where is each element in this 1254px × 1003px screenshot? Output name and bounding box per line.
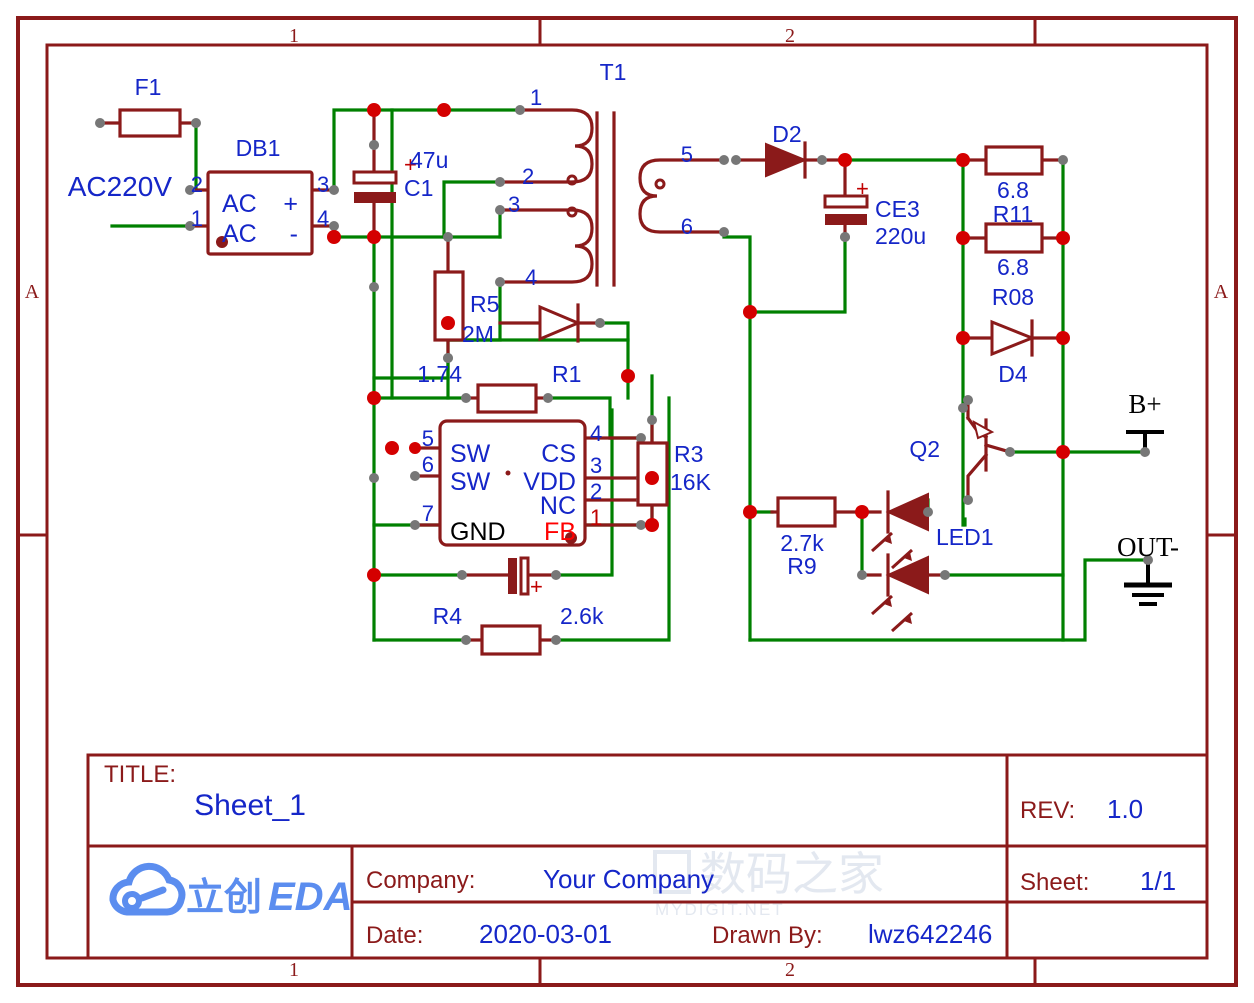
- u1-pin1-num: 1: [590, 505, 602, 530]
- date-label: Date:: [366, 922, 423, 949]
- component-c2[interactable]: +: [457, 556, 561, 599]
- component-c1[interactable]: + 47u C1: [352, 108, 448, 239]
- component-r4[interactable]: R4 2.6k: [433, 603, 604, 656]
- logo-en-text: EDA: [268, 875, 352, 919]
- db1-pin1-name: AC: [222, 220, 257, 248]
- net-label-bplus: B+: [1128, 389, 1161, 419]
- t1-pin6-num: 6: [681, 214, 693, 239]
- t1-pin4-num: 4: [525, 265, 537, 290]
- q2-ref: Q2: [909, 436, 940, 462]
- d2-ref: D2: [772, 121, 801, 147]
- db1-pin2-name: AC: [222, 190, 257, 218]
- component-r3[interactable]: R3 16K: [636, 415, 712, 527]
- db1-pin3-name: +: [283, 190, 298, 218]
- u1-pin7-name: GND: [450, 518, 506, 546]
- db1-pin4-num: 4: [317, 206, 329, 231]
- sheet-label: Sheet:: [1020, 869, 1089, 896]
- u1-pin2-num: 2: [590, 479, 602, 504]
- component-r9[interactable]: 2.7k R9: [770, 496, 864, 579]
- net-flag-bplus: B+: [1126, 389, 1164, 457]
- zone-top-1: 1: [289, 25, 299, 47]
- net-label-outminus: OUT-: [1117, 532, 1179, 562]
- rev-label: REV:: [1020, 797, 1075, 824]
- sheet-value: 1/1: [1140, 866, 1176, 896]
- u1-pin6-name: SW: [450, 468, 491, 496]
- r5-value: 2M: [462, 321, 494, 347]
- c2-polarity: +: [530, 574, 543, 599]
- u1-pin2-name: NC: [540, 492, 576, 520]
- zone-bottom-1: 1: [289, 959, 299, 981]
- led1-ref: LED1: [936, 524, 994, 550]
- zone-bottom-2: 2: [785, 959, 795, 981]
- db1-pin1-num: 1: [191, 206, 203, 231]
- r9-ref: R9: [787, 553, 816, 579]
- zone-right-a: A: [1214, 281, 1229, 303]
- date-value: 2020-03-01: [479, 919, 612, 949]
- u1-pin4-name: CS: [541, 440, 576, 468]
- zone-top-2: 2: [785, 25, 795, 47]
- r1-value: 1.74: [417, 361, 462, 387]
- t1-pin5-num: 5: [681, 142, 693, 167]
- component-d2[interactable]: D2: [731, 121, 847, 179]
- r5-ref: R5: [470, 291, 499, 317]
- t1-pin3-num: 3: [508, 192, 520, 217]
- drawn-value: lwz642246: [868, 919, 992, 949]
- r08-ref: R08: [992, 284, 1034, 310]
- net-flag-outminus: OUT-: [1117, 532, 1179, 606]
- title-value: Sheet_1: [194, 789, 306, 822]
- r1-ref: R1: [552, 361, 581, 387]
- u1-pin7-num: 7: [422, 501, 434, 526]
- component-db1[interactable]: DB1 2 1 3 4 AC AC + -: [185, 135, 339, 256]
- component-d1[interactable]: [498, 303, 605, 343]
- u1-pin3-num: 3: [590, 453, 602, 478]
- zone-left-a: A: [25, 281, 40, 303]
- component-r1[interactable]: 1.74 R1: [417, 361, 581, 414]
- component-f1[interactable]: F1: [95, 74, 201, 138]
- d4-ref: D4: [998, 361, 1028, 387]
- t1-pin2-num: 2: [522, 164, 534, 189]
- rev-value: 1.0: [1107, 794, 1143, 824]
- ce3-polarity: +: [856, 176, 869, 201]
- t1-ref: T1: [600, 59, 627, 85]
- ce3-ref: CE3: [875, 196, 920, 222]
- db1-pin3-num: 3: [317, 172, 329, 197]
- db1-ref: DB1: [236, 135, 281, 161]
- title-label: TITLE:: [104, 761, 176, 788]
- logo-cn-text: 立创: [186, 875, 262, 919]
- r4-ref: R4: [433, 603, 463, 629]
- company-label: Company:: [366, 867, 475, 894]
- t1-pin1-num: 1: [530, 85, 542, 110]
- u1-pin5-name: SW: [450, 440, 491, 468]
- db1-pin2-num: 2: [191, 172, 203, 197]
- r11-value-bottom: 6.8: [997, 254, 1029, 280]
- company-value: Your Company: [543, 864, 714, 894]
- net-label-ac220v: AC220V: [68, 171, 173, 202]
- component-ce3[interactable]: + CE3 220u: [823, 158, 926, 249]
- r3-value: 16K: [670, 469, 712, 495]
- db1-pin4-name: -: [290, 220, 298, 248]
- c1-ref: C1: [404, 175, 433, 201]
- ce3-value: 220u: [875, 223, 926, 249]
- r3-ref: R3: [674, 441, 703, 467]
- u1-pin5-num: 5: [422, 426, 434, 451]
- title-block: [86, 753, 1209, 960]
- f1-ref: F1: [135, 74, 162, 100]
- component-t1[interactable]: T1 1 2 3 4 5 6: [495, 59, 729, 290]
- u1-pin4-num: 4: [590, 421, 602, 446]
- u1-pin6-num: 6: [422, 452, 434, 477]
- u1-pin1-name: FB: [544, 518, 576, 546]
- component-r11[interactable]: 6.8 R11 6.8: [961, 145, 1068, 280]
- c1-value: 47u: [410, 147, 448, 173]
- component-r5[interactable]: R5 2M: [433, 232, 499, 363]
- drawn-label: Drawn By:: [712, 922, 823, 949]
- lceda-logo: 立创 EDA: [109, 862, 352, 919]
- watermark-line2: MYDIGIT.NET: [655, 900, 785, 919]
- component-led1[interactable]: LED1: [857, 490, 994, 633]
- r11-value-top: 6.8: [997, 177, 1029, 203]
- r4-value: 2.6k: [560, 603, 604, 629]
- watermark-line1: 数码之家: [700, 848, 884, 900]
- component-d4[interactable]: D4: [961, 319, 1065, 387]
- schematic-sheet: 1 2 1 2 A A F1 DB1 2 1 3 4 AC AC + - AC2…: [0, 0, 1254, 1003]
